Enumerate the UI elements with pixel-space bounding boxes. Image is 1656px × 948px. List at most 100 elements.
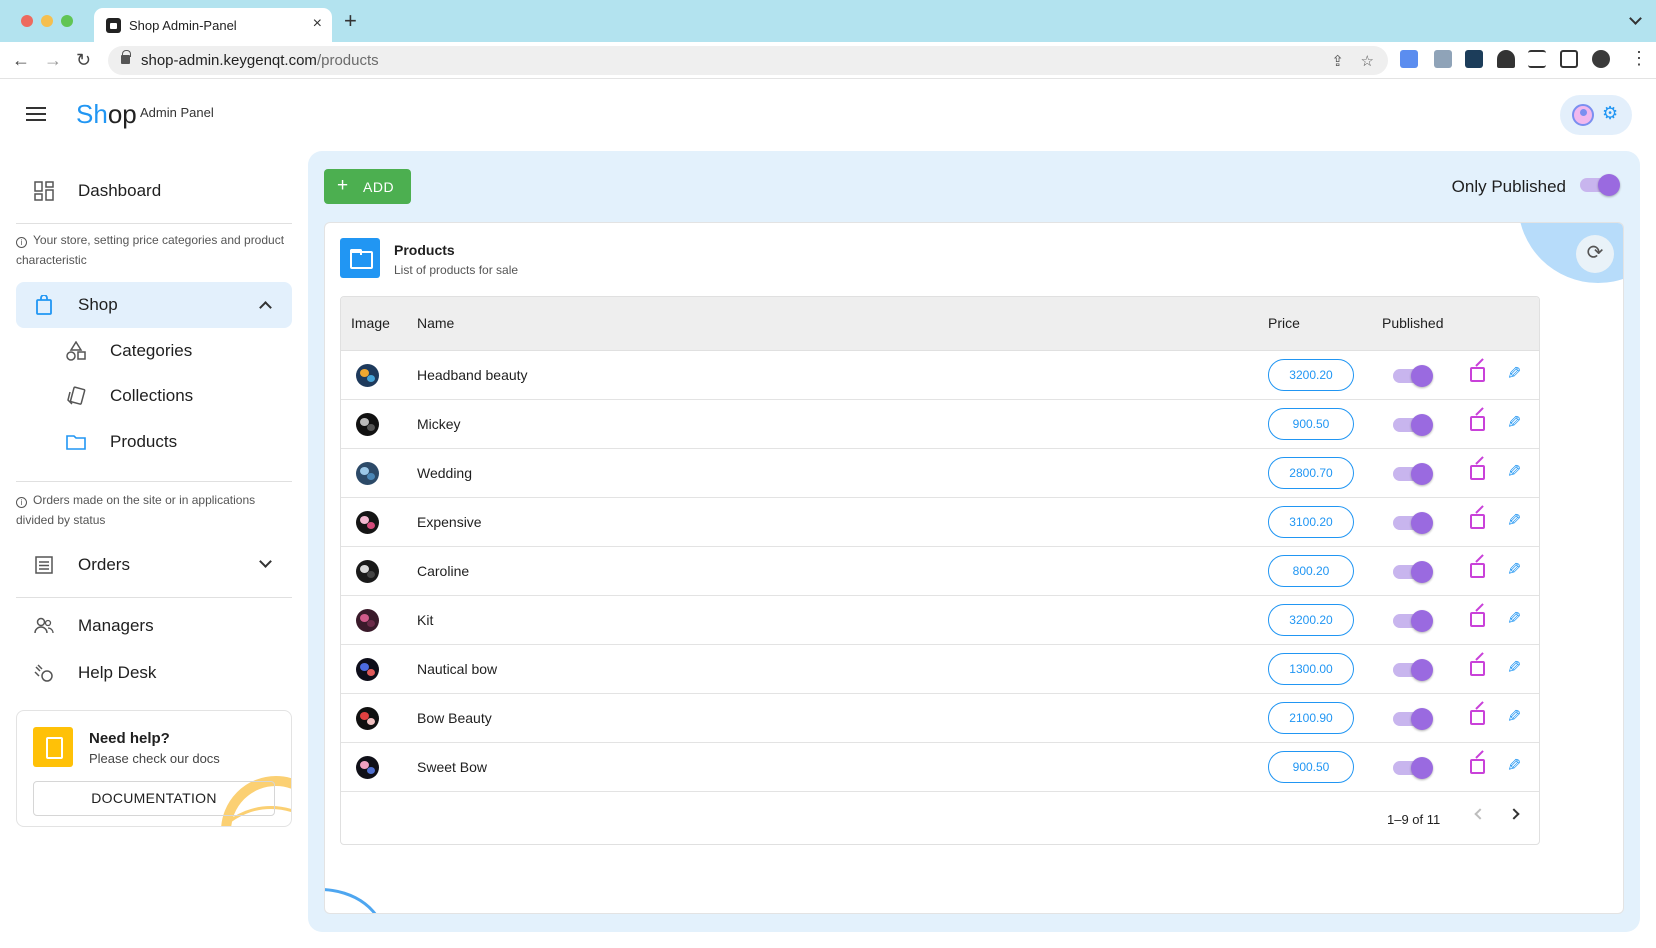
next-page-icon[interactable] xyxy=(1508,808,1520,820)
edit-pencil-icon[interactable]: ✎ xyxy=(1507,364,1521,384)
minimize-window-button[interactable] xyxy=(41,15,53,27)
column-header-price[interactable]: Price xyxy=(1268,315,1300,331)
new-tab-button[interactable]: + xyxy=(344,10,357,32)
edit-pencil-icon[interactable]: ✎ xyxy=(1507,413,1521,433)
published-toggle[interactable] xyxy=(1393,414,1433,436)
sidebar-item-shop[interactable]: Shop xyxy=(16,282,292,328)
table-row[interactable]: Headband beauty 3200.20 ✎ xyxy=(341,351,1539,400)
published-toggle[interactable] xyxy=(1393,659,1433,681)
edit-pencil-icon[interactable]: ✎ xyxy=(1507,462,1521,482)
published-toggle[interactable] xyxy=(1393,561,1433,583)
price-chip[interactable]: 900.50 xyxy=(1268,751,1354,783)
info-icon: i xyxy=(16,497,27,508)
price-chip[interactable]: 3200.20 xyxy=(1268,359,1354,391)
price-chip[interactable]: 3100.20 xyxy=(1268,506,1354,538)
price-chip[interactable]: 1300.00 xyxy=(1268,653,1354,685)
back-button[interactable]: ← xyxy=(12,50,30,70)
devtools-extension-icon[interactable] xyxy=(1434,50,1452,68)
card-subtitle: List of products for sale xyxy=(394,263,519,277)
open-in-new-icon[interactable] xyxy=(1470,416,1485,431)
published-toggle[interactable] xyxy=(1393,463,1433,485)
table-row[interactable]: Caroline 800.20 ✎ xyxy=(341,547,1539,596)
sidebar-item-label: Orders xyxy=(78,555,130,574)
chevron-up-icon[interactable] xyxy=(259,301,272,314)
open-in-new-icon[interactable] xyxy=(1470,367,1485,382)
table-row[interactable]: Mickey 900.50 ✎ xyxy=(341,400,1539,449)
only-published-toggle[interactable] xyxy=(1580,174,1620,196)
browser-tab[interactable]: Shop Admin-Panel × xyxy=(94,8,332,42)
maximize-window-button[interactable] xyxy=(61,15,73,27)
column-header-name[interactable]: Name xyxy=(417,315,454,331)
price-chip[interactable]: 800.20 xyxy=(1268,555,1354,587)
sidebar-item-label: Managers xyxy=(78,616,154,635)
open-in-new-icon[interactable] xyxy=(1470,710,1485,725)
react-extension-icon[interactable] xyxy=(1465,50,1483,68)
edit-pencil-icon[interactable]: ✎ xyxy=(1507,756,1521,776)
sidebar-item-orders[interactable]: Orders xyxy=(16,542,292,588)
column-header-published[interactable]: Published xyxy=(1382,315,1444,331)
price-chip[interactable]: 900.50 xyxy=(1268,408,1354,440)
table-row[interactable]: Sweet Bow 900.50 ✎ xyxy=(341,743,1539,792)
user-avatar-icon[interactable] xyxy=(1572,104,1594,126)
tab-list-chevron-icon[interactable] xyxy=(1629,12,1642,25)
table-row[interactable]: Wedding 2800.70 ✎ xyxy=(341,449,1539,498)
address-bar[interactable]: shop-admin.keygenqt.com/products ⇪ ☆ xyxy=(108,46,1388,75)
edit-pencil-icon[interactable]: ✎ xyxy=(1507,511,1521,531)
edit-pencil-icon[interactable]: ✎ xyxy=(1507,560,1521,580)
forward-button[interactable]: → xyxy=(44,50,62,70)
edit-pencil-icon[interactable]: ✎ xyxy=(1507,707,1521,727)
sidebar-item-categories[interactable]: Categories xyxy=(16,328,292,374)
side-panel-icon[interactable] xyxy=(1560,50,1578,68)
extensions-puzzle-icon[interactable] xyxy=(1497,50,1515,68)
open-in-new-icon[interactable] xyxy=(1470,563,1485,578)
sidebar-item-managers[interactable]: Managers xyxy=(16,603,292,649)
tab-close-icon[interactable]: × xyxy=(313,15,322,33)
menu-icon[interactable] xyxy=(26,107,46,121)
gear-icon[interactable]: ⚙ xyxy=(1602,103,1618,124)
open-in-new-icon[interactable] xyxy=(1470,514,1485,529)
price-chip[interactable]: 3200.20 xyxy=(1268,604,1354,636)
share-icon[interactable]: ⇪ xyxy=(1331,52,1344,70)
published-toggle[interactable] xyxy=(1393,610,1433,632)
published-toggle[interactable] xyxy=(1393,512,1433,534)
price-chip[interactable]: 2100.90 xyxy=(1268,702,1354,734)
translate-extension-icon[interactable] xyxy=(1400,50,1418,68)
previous-page-icon[interactable] xyxy=(1474,808,1486,820)
edit-pencil-icon[interactable]: ✎ xyxy=(1507,658,1521,678)
open-in-new-icon[interactable] xyxy=(1470,612,1485,627)
account-menu[interactable]: ⚙ xyxy=(1560,95,1632,135)
edit-pencil-icon[interactable]: ✎ xyxy=(1507,609,1521,629)
documentation-button[interactable]: DOCUMENTATION xyxy=(33,781,275,816)
brand-subtitle: Admin Panel xyxy=(140,105,214,120)
sidebar-item-collections[interactable]: Collections xyxy=(16,373,292,419)
table-row[interactable]: Nautical bow 1300.00 ✎ xyxy=(341,645,1539,694)
open-in-new-icon[interactable] xyxy=(1470,759,1485,774)
close-window-button[interactable] xyxy=(21,15,33,27)
product-name: Bow Beauty xyxy=(417,710,492,726)
chevron-down-icon[interactable] xyxy=(259,555,272,568)
sidebar-item-dashboard[interactable]: Dashboard xyxy=(16,168,292,214)
reload-button[interactable]: ↻ xyxy=(76,50,91,70)
refresh-icon[interactable]: ⟳ xyxy=(1576,235,1614,273)
table-row[interactable]: Bow Beauty 2100.90 ✎ xyxy=(341,694,1539,743)
help-card: Need help? Please check our docs DOCUMEN… xyxy=(16,710,292,827)
add-button-label: ADD xyxy=(363,179,395,195)
bookmark-star-icon[interactable]: ☆ xyxy=(1361,52,1374,70)
product-image xyxy=(356,560,379,583)
profile-avatar-icon[interactable] xyxy=(1592,50,1610,68)
column-header-image[interactable]: Image xyxy=(351,315,390,331)
open-in-new-icon[interactable] xyxy=(1470,465,1485,480)
table-row[interactable]: Kit 3200.20 ✎ xyxy=(341,596,1539,645)
table-row[interactable]: Expensive 3100.20 ✎ xyxy=(341,498,1539,547)
browser-menu-icon[interactable]: ⋮ xyxy=(1630,48,1648,68)
reading-list-icon[interactable] xyxy=(1528,50,1546,68)
sidebar-item-help-desk[interactable]: Help Desk xyxy=(16,650,292,696)
published-toggle[interactable] xyxy=(1393,365,1433,387)
add-button[interactable]: + ADD xyxy=(324,169,411,204)
url-text[interactable]: shop-admin.keygenqt.com/products xyxy=(141,52,379,69)
open-in-new-icon[interactable] xyxy=(1470,661,1485,676)
published-toggle[interactable] xyxy=(1393,757,1433,779)
published-toggle[interactable] xyxy=(1393,708,1433,730)
sidebar-item-products[interactable]: Products xyxy=(16,419,292,465)
price-chip[interactable]: 2800.70 xyxy=(1268,457,1354,489)
